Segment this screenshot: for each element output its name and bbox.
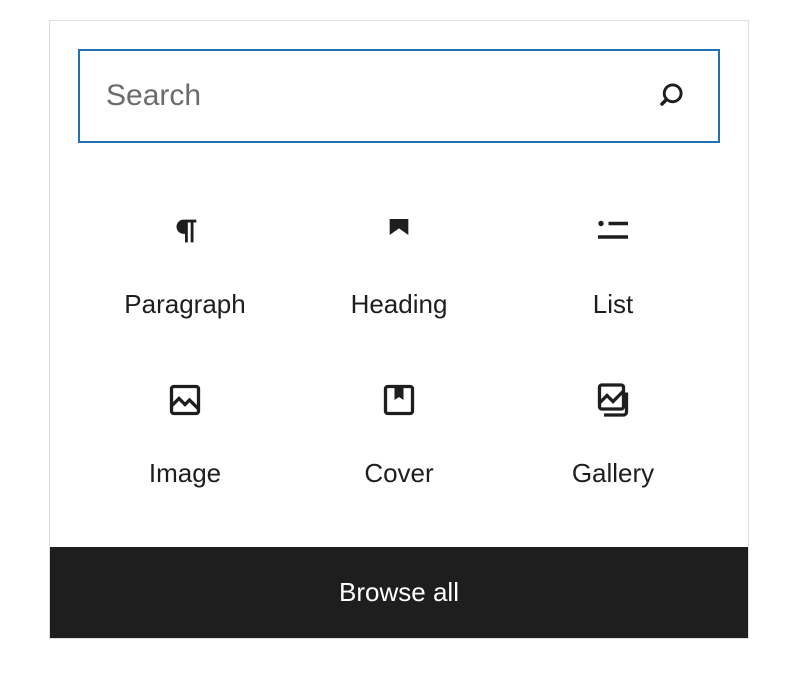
block-grid: Paragraph Heading List xyxy=(50,143,748,547)
block-label: Heading xyxy=(351,289,448,320)
block-label: Image xyxy=(149,458,221,489)
block-item-gallery[interactable]: Gallery xyxy=(506,382,720,489)
block-item-heading[interactable]: Heading xyxy=(292,213,506,320)
paragraph-icon xyxy=(167,213,203,249)
search-wrap xyxy=(50,21,748,143)
block-item-paragraph[interactable]: Paragraph xyxy=(78,213,292,320)
block-label: Gallery xyxy=(572,458,654,489)
block-item-image[interactable]: Image xyxy=(78,382,292,489)
cover-icon xyxy=(381,382,417,418)
heading-icon xyxy=(381,213,417,249)
gallery-icon xyxy=(595,382,631,418)
block-label: List xyxy=(593,289,633,320)
search-icon xyxy=(658,80,690,112)
search-box[interactable] xyxy=(78,49,720,143)
list-icon xyxy=(595,213,631,249)
image-icon xyxy=(167,382,203,418)
browse-all-button[interactable]: Browse all xyxy=(50,547,748,638)
block-inserter-panel: Paragraph Heading List xyxy=(49,20,749,639)
search-input[interactable] xyxy=(104,78,658,114)
block-item-list[interactable]: List xyxy=(506,213,720,320)
block-item-cover[interactable]: Cover xyxy=(292,382,506,489)
block-label: Paragraph xyxy=(124,289,245,320)
block-label: Cover xyxy=(364,458,433,489)
